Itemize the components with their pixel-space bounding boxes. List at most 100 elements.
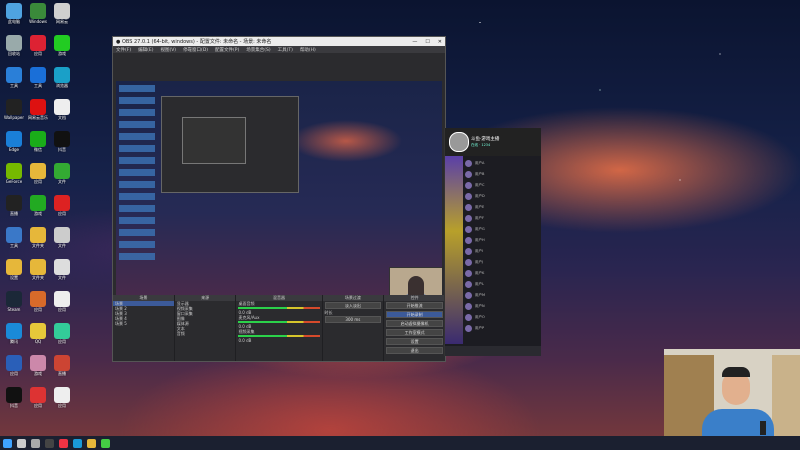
- chat-message[interactable]: 用户J: [465, 257, 539, 268]
- desktop-icon[interactable]: 直播: [3, 195, 25, 217]
- studio-mode-button[interactable]: 工作室模式: [386, 329, 443, 336]
- desktop-icon[interactable]: 腾讯: [3, 323, 25, 345]
- scene-item[interactable]: 场景 5: [113, 321, 174, 326]
- task-view-icon[interactable]: [31, 438, 40, 448]
- desktop-icon[interactable]: 应用: [27, 291, 49, 313]
- close-button[interactable]: ✕: [438, 39, 442, 45]
- obs-icon[interactable]: [45, 438, 54, 448]
- desktop-icon[interactable]: 回收站: [3, 35, 25, 57]
- streamer-avatar[interactable]: [449, 132, 469, 152]
- desktop-icon[interactable]: 抖音: [3, 387, 25, 409]
- desktop-icon[interactable]: 应用: [27, 387, 49, 409]
- maximize-button[interactable]: ☐: [425, 39, 429, 45]
- chat-message[interactable]: 用户H: [465, 235, 539, 246]
- minimize-button[interactable]: —: [412, 39, 417, 45]
- desktop-icon[interactable]: 文件夹: [27, 227, 49, 249]
- desktop-icon[interactable]: 抖音: [51, 131, 73, 153]
- chat-message[interactable]: 用户K: [465, 268, 539, 279]
- desktop-icon[interactable]: 网易云音乐: [27, 99, 49, 121]
- desktop-icon[interactable]: GeForce: [3, 163, 25, 184]
- menu-view[interactable]: 视图(V): [160, 47, 176, 53]
- transition-select[interactable]: 淡入淡出: [324, 302, 382, 309]
- start-icon[interactable]: [3, 438, 12, 448]
- desktop-icon[interactable]: 游戏: [51, 35, 73, 57]
- chat-message[interactable]: 用户D: [465, 191, 539, 202]
- chat-message[interactable]: 用户C: [465, 180, 539, 191]
- desktop-icon[interactable]: 应用: [51, 291, 73, 313]
- app-icon: [6, 387, 22, 403]
- desktop-icon-label: 抖音: [10, 403, 18, 408]
- chat-message[interactable]: 用户I: [465, 246, 539, 257]
- desktop-icon[interactable]: 微信: [27, 131, 49, 153]
- chat-footer-toolbar[interactable]: [445, 346, 541, 356]
- chat-username: 用户C: [475, 183, 485, 187]
- menu-file[interactable]: 文件(F): [116, 47, 131, 53]
- edge-icon[interactable]: [73, 438, 82, 448]
- desktop-icon[interactable]: 网易云: [51, 3, 73, 25]
- chat-message[interactable]: 用户M: [465, 290, 539, 301]
- app-icon[interactable]: [101, 438, 110, 448]
- desktop-icon[interactable]: 文档: [51, 99, 73, 121]
- live-chat-panel[interactable]: 斗鱼·游戏主播 在线 · 1234 用户A 用户B 用户C 用户D 用户E 用户F 用户G 用…: [444, 128, 541, 356]
- desktop-icon[interactable]: 工具: [27, 67, 49, 89]
- duration-input[interactable]: 300 ms: [324, 316, 382, 323]
- desktop-icon[interactable]: 应用: [27, 35, 49, 57]
- desktop-icon[interactable]: 浏览器: [51, 67, 73, 89]
- desktop-icon[interactable]: 文件: [51, 259, 73, 281]
- chat-message[interactable]: 用户P: [465, 323, 539, 334]
- chat-message[interactable]: 用户E: [465, 202, 539, 213]
- desktop-icon[interactable]: 文件: [51, 163, 73, 185]
- desktop-icon[interactable]: 直播: [51, 355, 73, 377]
- search-icon[interactable]: [17, 438, 26, 448]
- desktop-icon[interactable]: 应用: [27, 163, 49, 185]
- desktop-icon[interactable]: 应用: [51, 387, 73, 409]
- menu-tools[interactable]: 工具(T): [278, 47, 293, 53]
- start-streaming-button[interactable]: 开始推流: [386, 302, 443, 309]
- menu-docks[interactable]: 停靠窗口(D): [183, 47, 208, 53]
- chat-message[interactable]: 用户O: [465, 312, 539, 323]
- menu-profile[interactable]: 配置文件(P): [215, 47, 239, 53]
- chat-message[interactable]: 用户L: [465, 279, 539, 290]
- audio-meter: [238, 335, 320, 337]
- desktop-icon[interactable]: 此电脑: [3, 3, 25, 25]
- chat-message[interactable]: 用户N: [465, 301, 539, 312]
- obs-preview-canvas[interactable]: [116, 81, 442, 301]
- chat-message[interactable]: 用户A: [465, 158, 539, 169]
- desktop-icon[interactable]: 文件夹: [27, 259, 49, 281]
- desktop-icon[interactable]: 游戏: [27, 195, 49, 217]
- chat-message[interactable]: 用户F: [465, 213, 539, 224]
- desktop-icon[interactable]: Steam: [3, 291, 25, 312]
- desktop-icon[interactable]: 文件: [51, 227, 73, 249]
- menu-help[interactable]: 帮助(H): [300, 47, 316, 53]
- chrome-icon[interactable]: [59, 438, 68, 448]
- start-recording-button[interactable]: 开始录制: [386, 311, 443, 318]
- desktop-icon[interactable]: QQ: [27, 323, 49, 344]
- desktop-icon[interactable]: Edge: [3, 131, 25, 152]
- settings-button[interactable]: 设置: [386, 338, 443, 345]
- menu-edit[interactable]: 编辑(E): [138, 47, 153, 53]
- user-avatar: [465, 226, 472, 233]
- exit-button[interactable]: 退出: [386, 347, 443, 354]
- folder-icon[interactable]: [87, 438, 96, 448]
- desktop-icon[interactable]: 工具: [3, 67, 25, 89]
- menu-scene-collection[interactable]: 场景集合(S): [246, 47, 270, 53]
- virtual-camera-button[interactable]: 启动虚拟摄像机: [386, 320, 443, 327]
- desktop-icon[interactable]: 应用: [3, 355, 25, 377]
- desktop-icon-label: 文件: [58, 275, 66, 280]
- chat-message[interactable]: 用户G: [465, 224, 539, 235]
- desktop-icon-label: 应用: [58, 307, 66, 312]
- desktop-icon[interactable]: Wallpaper: [3, 99, 25, 120]
- obs-window[interactable]: ● OBS 27.0.1 (64-bit, windows) - 配置文件: 未…: [112, 36, 446, 362]
- desktop-icon[interactable]: 工具: [3, 227, 25, 249]
- desktop-icon-label: Edge: [8, 147, 20, 152]
- desktop-icon[interactable]: 应用: [51, 195, 73, 217]
- chat-username: 用户F: [475, 216, 485, 220]
- desktop-icon[interactable]: 游戏: [27, 355, 49, 377]
- chat-message[interactable]: 用户B: [465, 169, 539, 180]
- desktop-icon[interactable]: Windows: [27, 3, 49, 24]
- source-item[interactable]: 音频: [175, 331, 236, 336]
- desktop-icon[interactable]: 应用: [51, 323, 73, 345]
- desktop-icon[interactable]: 设置: [3, 259, 25, 281]
- obs-titlebar[interactable]: ● OBS 27.0.1 (64-bit, windows) - 配置文件: 未…: [113, 37, 445, 46]
- app-icon: [30, 355, 46, 371]
